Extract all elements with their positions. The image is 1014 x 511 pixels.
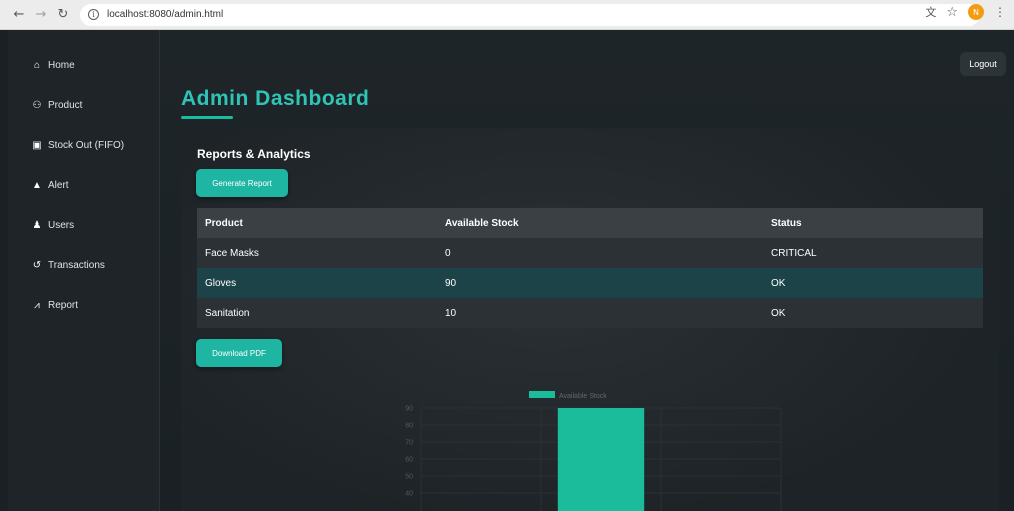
- translate-icon[interactable]: 文: [925, 4, 936, 20]
- bookmark-star-icon[interactable]: ☆: [946, 5, 958, 20]
- sidebar-item-label: Users: [48, 220, 75, 231]
- y-tick-label: 90: [405, 406, 413, 413]
- stock-bar-chart: Available Stock 90 80 70 60 50 40: [405, 391, 782, 511]
- bar-gloves: [557, 408, 645, 511]
- cell-product: Sanitation: [205, 307, 250, 319]
- download-pdf-button[interactable]: Download PDF: [196, 339, 282, 367]
- table-row: Face Masks 0 CRITICAL: [197, 238, 983, 268]
- sidebar-item-label: Transactions: [48, 260, 105, 271]
- y-tick-label: 60: [405, 457, 413, 464]
- sidebar-item-report[interactable]: ⩘ Report: [30, 300, 78, 311]
- cell-product: Face Masks: [205, 247, 259, 259]
- generate-report-button[interactable]: Generate Report: [196, 169, 288, 197]
- y-tick-label: 70: [405, 440, 413, 447]
- sidebar-item-stock-out[interactable]: ▣ Stock Out (FIFO): [30, 140, 124, 151]
- cell-status: CRITICAL: [771, 247, 817, 259]
- sidebar-item-alert[interactable]: ▲ Alert: [30, 180, 69, 191]
- alert-icon: ▲: [32, 180, 42, 191]
- cell-product: Gloves: [205, 277, 237, 289]
- sidebar-item-product[interactable]: ⚇ Product: [30, 100, 83, 111]
- users-icon: ♟: [32, 220, 42, 231]
- history-icon: ↺: [32, 260, 42, 271]
- browser-toolbar: ← → ↻ i localhost:8080/admin.html 文 ☆ N …: [0, 0, 1014, 30]
- sidebar-item-label: Home: [48, 60, 75, 71]
- cell-stock: 90: [445, 277, 457, 289]
- legend-swatch: [529, 391, 555, 398]
- sidebar-item-transactions[interactable]: ↺ Transactions: [30, 260, 105, 271]
- stock-table: Product Available Stock Status Face Mask…: [197, 208, 983, 328]
- sidebar: ⌂ Home ⚇ Product ▣ Stock Out (FIFO) ▲ Al…: [8, 30, 160, 511]
- y-tick-label: 40: [405, 491, 413, 498]
- y-tick-label: 80: [405, 423, 413, 430]
- table-row: Sanitation 10 OK: [197, 298, 983, 328]
- cell-status: OK: [771, 277, 786, 289]
- product-icon: ⚇: [32, 100, 42, 111]
- url-text[interactable]: localhost:8080/admin.html: [107, 9, 223, 20]
- cell-status: OK: [771, 307, 786, 319]
- sidebar-item-home[interactable]: ⌂ Home: [30, 60, 75, 71]
- box-icon: ▣: [32, 140, 42, 151]
- cell-stock: 10: [445, 307, 457, 319]
- reload-icon[interactable]: ↻: [52, 4, 74, 26]
- info-icon[interactable]: i: [88, 9, 99, 20]
- chart-icon: ⩘: [34, 300, 40, 311]
- address-bar[interactable]: i localhost:8080/admin.html: [80, 3, 980, 26]
- title-underline: [181, 116, 233, 119]
- forward-icon[interactable]: →: [30, 4, 52, 26]
- column-header-product: Product: [205, 217, 243, 229]
- cell-stock: 0: [445, 247, 451, 259]
- logout-button[interactable]: Logout: [960, 52, 1006, 76]
- profile-avatar[interactable]: N: [968, 4, 984, 20]
- sidebar-item-label: Stock Out (FIFO): [48, 140, 125, 151]
- column-header-stock: Available Stock: [445, 217, 519, 229]
- main-content: Logout Admin Dashboard Reports & Analyti…: [160, 30, 1014, 511]
- reports-card: Reports & Analytics Generate Report Prod…: [181, 128, 999, 511]
- table-row: Gloves 90 OK: [197, 268, 983, 298]
- y-tick-label: 50: [405, 474, 413, 481]
- home-icon: ⌂: [33, 60, 41, 71]
- sidebar-item-label: Report: [48, 300, 79, 311]
- legend-label: Available Stock: [559, 393, 607, 400]
- sidebar-item-users[interactable]: ♟ Users: [30, 220, 75, 231]
- table-header-row: Product Available Stock Status: [197, 208, 983, 238]
- sidebar-item-label: Product: [48, 100, 83, 111]
- section-title: Reports & Analytics: [197, 147, 311, 161]
- column-header-status: Status: [771, 217, 802, 229]
- back-icon[interactable]: ←: [8, 4, 30, 26]
- page-title: Admin Dashboard: [181, 87, 370, 110]
- menu-icon[interactable]: ⋮: [994, 5, 1006, 19]
- sidebar-item-label: Alert: [48, 180, 69, 191]
